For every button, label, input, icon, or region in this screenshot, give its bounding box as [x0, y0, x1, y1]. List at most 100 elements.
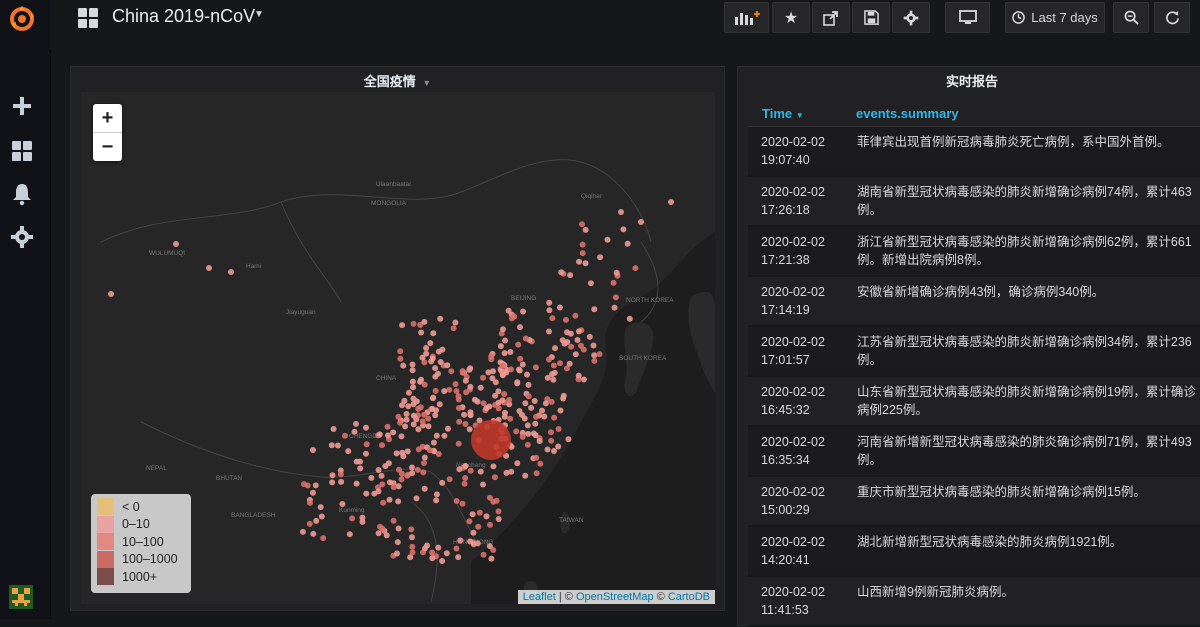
case-marker[interactable] — [582, 226, 589, 233]
case-marker[interactable] — [342, 432, 348, 439]
case-marker[interactable] — [455, 554, 462, 561]
case-marker[interactable] — [459, 368, 466, 375]
column-header-summary[interactable]: events.summary — [856, 106, 959, 121]
case-marker[interactable] — [375, 488, 382, 495]
case-marker[interactable] — [441, 388, 448, 395]
case-marker[interactable] — [486, 494, 493, 501]
case-marker[interactable] — [345, 448, 352, 455]
case-marker[interactable] — [501, 350, 508, 357]
tv-mode-button[interactable] — [945, 2, 990, 33]
case-marker[interactable] — [375, 530, 382, 537]
case-marker[interactable] — [108, 291, 114, 297]
case-marker[interactable] — [626, 315, 633, 322]
case-marker[interactable] — [550, 362, 557, 369]
case-marker[interactable] — [559, 337, 566, 344]
case-marker[interactable] — [550, 376, 557, 383]
case-marker[interactable] — [596, 351, 603, 358]
case-marker[interactable] — [503, 469, 510, 476]
case-marker[interactable] — [390, 429, 397, 436]
case-marker[interactable] — [613, 269, 620, 276]
case-marker[interactable] — [385, 432, 391, 439]
case-marker[interactable] — [525, 381, 532, 388]
settings-button[interactable] — [892, 2, 930, 33]
case-marker[interactable] — [415, 426, 422, 433]
case-marker[interactable] — [453, 388, 460, 394]
case-marker[interactable] — [546, 307, 553, 314]
case-marker[interactable] — [514, 460, 521, 467]
case-marker[interactable] — [463, 389, 470, 396]
case-marker[interactable] — [404, 472, 411, 479]
case-marker[interactable] — [456, 418, 463, 425]
case-marker[interactable] — [450, 325, 457, 332]
case-marker[interactable] — [461, 480, 468, 487]
case-marker[interactable] — [590, 342, 597, 349]
case-marker[interactable] — [439, 558, 446, 564]
case-marker[interactable] — [560, 395, 567, 402]
case-marker[interactable] — [304, 482, 311, 489]
case-marker[interactable] — [591, 357, 598, 364]
case-marker[interactable] — [565, 436, 572, 443]
case-marker[interactable] — [409, 543, 416, 550]
case-marker[interactable] — [410, 384, 417, 391]
case-marker[interactable] — [398, 476, 405, 483]
reports-panel-title[interactable]: 实时报告 — [738, 71, 1200, 90]
case-marker[interactable] — [620, 226, 627, 233]
case-marker[interactable] — [568, 343, 575, 350]
case-marker[interactable] — [353, 480, 360, 487]
case-marker[interactable] — [638, 219, 644, 225]
case-marker[interactable] — [346, 531, 353, 538]
case-marker[interactable] — [533, 413, 540, 420]
case-marker[interactable] — [495, 516, 502, 522]
case-marker[interactable] — [430, 395, 436, 402]
case-marker[interactable] — [586, 333, 593, 340]
case-marker[interactable] — [471, 396, 478, 403]
case-marker[interactable] — [544, 374, 551, 381]
case-marker[interactable] — [486, 543, 493, 550]
dashboards-icon[interactable] — [10, 139, 34, 163]
case-marker[interactable] — [532, 364, 539, 371]
case-marker[interactable] — [476, 509, 483, 516]
case-marker[interactable] — [419, 418, 426, 425]
column-header-time[interactable]: Time ▼ — [762, 106, 804, 121]
case-marker[interactable] — [351, 428, 358, 435]
case-marker[interactable] — [436, 401, 443, 408]
case-marker[interactable] — [320, 535, 327, 542]
case-marker[interactable] — [507, 415, 514, 422]
case-marker[interactable] — [413, 495, 420, 502]
case-marker[interactable] — [495, 388, 502, 395]
case-marker[interactable] — [597, 254, 604, 261]
case-marker[interactable] — [576, 258, 582, 265]
case-marker[interactable] — [517, 355, 524, 362]
time-range-picker[interactable]: Last 7 days — [1005, 2, 1105, 33]
case-marker[interactable] — [452, 381, 459, 388]
case-marker[interactable] — [624, 240, 631, 247]
case-marker[interactable] — [469, 511, 476, 518]
case-marker[interactable] — [398, 433, 405, 440]
leaflet-link[interactable]: Leaflet — [523, 591, 556, 603]
case-marker[interactable] — [432, 365, 439, 372]
case-marker[interactable] — [400, 362, 407, 369]
case-marker[interactable] — [433, 497, 440, 504]
case-marker[interactable] — [532, 420, 539, 427]
case-marker[interactable] — [418, 376, 425, 383]
case-marker[interactable] — [429, 555, 436, 562]
case-marker[interactable] — [421, 460, 427, 466]
case-marker[interactable] — [462, 475, 469, 481]
world-map[interactable]: MONGOLIA CHINA NORTH KOREA SOUTH KOREA NEPAL… — [81, 92, 715, 604]
case-marker[interactable] — [363, 441, 370, 448]
case-marker[interactable] — [541, 413, 548, 420]
case-marker[interactable] — [551, 448, 557, 454]
case-marker[interactable] — [403, 416, 410, 423]
case-marker[interactable] — [299, 528, 306, 535]
case-marker[interactable] — [587, 280, 594, 287]
case-marker[interactable] — [353, 420, 359, 427]
chevron-down-icon[interactable]: ▼ — [254, 9, 264, 20]
case-marker[interactable] — [310, 489, 316, 496]
zoom-in-button[interactable]: + — [93, 104, 122, 132]
case-marker[interactable] — [318, 513, 325, 520]
case-marker[interactable] — [546, 328, 552, 335]
add-panel-button[interactable] — [724, 2, 769, 33]
case-marker[interactable] — [404, 448, 411, 455]
case-marker[interactable] — [400, 453, 407, 460]
case-marker[interactable] — [446, 476, 453, 483]
